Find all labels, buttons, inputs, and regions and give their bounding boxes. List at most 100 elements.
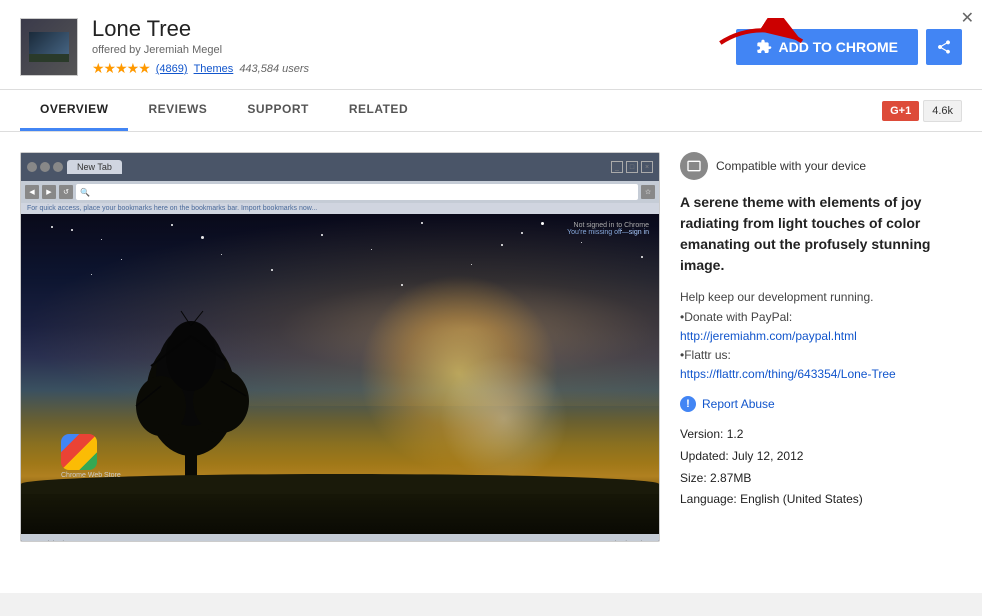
star-14 — [201, 236, 204, 239]
browser-chrome: New Tab _ □ × — [21, 153, 659, 181]
updated-label: Updated: — [680, 449, 729, 463]
star-9 — [521, 232, 523, 234]
browser-chrome-right: _ □ × — [611, 161, 653, 173]
bookmark-bar: For quick access, place your bookmarks h… — [21, 203, 659, 214]
star-4 — [221, 254, 222, 255]
sign-in-text: Not signed in to Chrome You're missing o… — [567, 222, 649, 236]
star-20 — [401, 284, 403, 286]
puzzle-icon — [756, 39, 772, 55]
browser-tab: New Tab — [67, 160, 122, 174]
screenshot-section: New Tab _ □ × ◀ ▶ ↺ 🔍 ☆ For quick access… — [20, 152, 660, 573]
win-max-btn: □ — [626, 161, 638, 173]
win-min-btn: _ — [611, 161, 623, 173]
themes-link[interactable]: Themes — [194, 63, 234, 75]
users-text: 443,584 users — [239, 63, 309, 75]
compatible-row: Compatible with your device — [680, 152, 962, 180]
description: A serene theme with elements of joy radi… — [680, 192, 962, 276]
star-13 — [271, 269, 273, 271]
cws-label: Chrome Web Store — [61, 472, 121, 479]
tab-related[interactable]: RELATED — [329, 90, 428, 131]
star-6 — [371, 249, 372, 250]
star-17 — [641, 256, 643, 258]
compatible-icon — [680, 152, 708, 180]
tabs-bar: OVERVIEW REVIEWS SUPPORT RELATED G+1 4.6… — [0, 90, 982, 132]
tab-support[interactable]: SUPPORT — [227, 90, 329, 131]
report-icon: ! — [680, 396, 696, 412]
star-15 — [501, 244, 503, 246]
browser-bottom: Mostvisited Apps Recently closed ▼ — [21, 534, 659, 542]
star-icon: ☆ — [641, 185, 655, 199]
meta-info: Version: 1.2 Updated: July 12, 2012 Size… — [680, 424, 962, 510]
star-2 — [101, 239, 102, 240]
report-abuse-label: Report Abuse — [702, 397, 775, 411]
version-value: 1.2 — [727, 427, 744, 441]
win-close-btn: × — [641, 161, 653, 173]
size-label: Size: — [680, 471, 707, 485]
header: Lone Tree offered by Jeremiah Megel ★★★★… — [0, 0, 982, 90]
info-panel: Compatible with your device A serene the… — [680, 152, 962, 573]
updated-value: July 12, 2012 — [732, 449, 803, 463]
bottom-apps: Apps — [235, 541, 251, 543]
star-7 — [421, 222, 423, 224]
device-icon — [686, 158, 702, 174]
address-bar[interactable]: 🔍 — [76, 184, 638, 200]
star-12 — [121, 259, 122, 260]
flattr-link[interactable]: https://flattr.com/thing/643354/Lone-Tre… — [680, 367, 896, 381]
star-3 — [171, 224, 173, 226]
star-11 — [51, 226, 53, 228]
screenshot-wrapper: New Tab _ □ × ◀ ▶ ↺ 🔍 ☆ For quick access… — [20, 152, 660, 542]
glow-2 — [429, 344, 579, 494]
size-row: Size: 2.87MB — [680, 468, 962, 490]
tabs-right: G+1 4.6k — [882, 100, 962, 122]
report-abuse[interactable]: ! Report Abuse — [680, 396, 962, 412]
updated-row: Updated: July 12, 2012 — [680, 446, 962, 468]
browser-toolbar: ◀ ▶ ↺ 🔍 ☆ — [21, 181, 659, 203]
bookmark-hint: For quick access, place your bookmarks h… — [27, 205, 317, 212]
cws-icon-img — [61, 434, 97, 470]
app-title-block: Lone Tree offered by Jeremiah Megel ★★★★… — [92, 16, 309, 77]
star-10 — [581, 242, 582, 243]
win-maximize — [40, 162, 50, 172]
star-19 — [91, 274, 92, 275]
tab-reviews[interactable]: REVIEWS — [128, 90, 227, 131]
app-icon — [20, 18, 78, 76]
reload-icon: ↺ — [59, 185, 73, 199]
close-button[interactable]: ✕ — [961, 8, 974, 28]
version-row: Version: 1.2 — [680, 424, 962, 446]
star-18 — [541, 222, 544, 225]
add-to-chrome-button[interactable]: ADD TO CHROME — [736, 29, 918, 65]
star-5 — [321, 234, 323, 236]
star-rating: ★★★★★ — [92, 60, 150, 77]
win-minimize — [27, 162, 37, 172]
header-right: ADD TO CHROME — [736, 29, 962, 65]
compatible-text: Compatible with your device — [716, 159, 866, 173]
gplus-button[interactable]: G+1 — [882, 101, 919, 121]
cws-icon: Chrome Web Store — [61, 434, 121, 479]
star-8 — [471, 264, 472, 265]
rating-row: ★★★★★ (4869) Themes 443,584 users — [92, 60, 309, 77]
paypal-link[interactable]: http://jeremiahm.com/paypal.html — [680, 329, 857, 343]
size-value: 2.87MB — [710, 471, 751, 485]
main-content: New Tab _ □ × ◀ ▶ ↺ 🔍 ☆ For quick access… — [0, 132, 982, 593]
language-value: English (United States) — [740, 492, 863, 506]
ground — [21, 484, 659, 534]
bottom-mostvisited: Mostvisited — [29, 541, 64, 543]
rating-count[interactable]: (4869) — [156, 63, 188, 75]
app-icon-inner — [29, 32, 69, 62]
scene: Chrome Web Store Not signed in to Chrome… — [21, 214, 659, 534]
header-left: Lone Tree offered by Jeremiah Megel ★★★★… — [20, 16, 309, 77]
star-1 — [71, 229, 73, 231]
tab-overview[interactable]: OVERVIEW — [20, 90, 128, 131]
win-close — [53, 162, 63, 172]
back-icon: ◀ — [25, 185, 39, 199]
share-button[interactable] — [926, 29, 962, 65]
forward-icon: ▶ — [42, 185, 56, 199]
gplus-count: 4.6k — [923, 100, 962, 122]
browser-controls — [27, 162, 63, 172]
language-label: Language: — [680, 492, 737, 506]
app-title: Lone Tree — [92, 16, 309, 42]
share-icon — [936, 39, 952, 55]
description-extra: Help keep our development running. •Dona… — [680, 288, 962, 384]
offered-by: offered by Jeremiah Megel — [92, 44, 309, 56]
bottom-recently-closed: Recently closed ▼ — [593, 541, 651, 543]
